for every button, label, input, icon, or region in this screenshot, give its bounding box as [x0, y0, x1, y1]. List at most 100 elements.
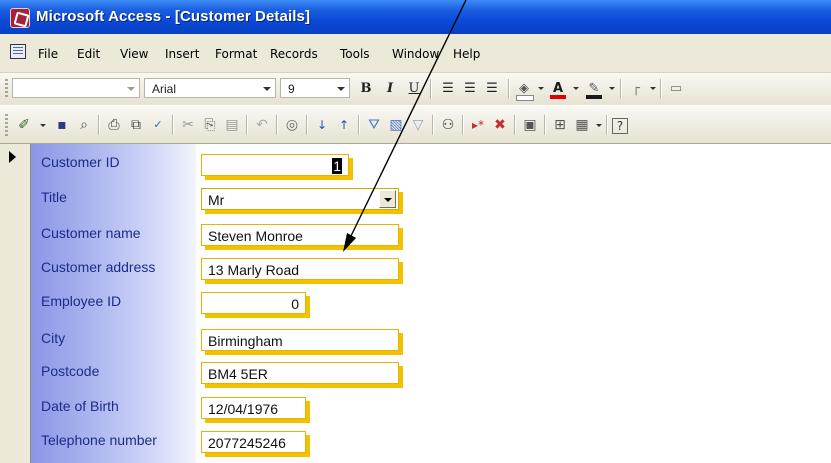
toolbar-separator — [462, 115, 463, 135]
filter-by-selection-icon[interactable]: ⛛ — [364, 115, 384, 135]
paste-icon[interactable]: ▤ — [222, 115, 242, 135]
toolbar-separator — [246, 115, 247, 135]
chevron-down-icon[interactable] — [124, 81, 137, 95]
line-width-icon[interactable]: ┌ — [626, 80, 646, 98]
chevron-down-icon[interactable] — [40, 124, 46, 127]
toolbar-separator — [98, 115, 99, 135]
align-right-icon[interactable]: ☰ — [482, 80, 502, 98]
title-label: Title — [41, 189, 67, 205]
align-center-icon[interactable]: ☰ — [460, 80, 480, 98]
customer-id-field[interactable]: 1 — [201, 154, 349, 176]
undo-icon[interactable]: ↶ — [252, 115, 272, 135]
telephone-number-value: 2077245246 — [208, 435, 286, 451]
toolbar-separator — [306, 115, 307, 135]
chevron-down-icon[interactable] — [538, 87, 544, 90]
sort-ascending-icon[interactable]: ↓ — [312, 115, 332, 135]
toolbar-separator — [276, 115, 277, 135]
menu-tools[interactable]: Tools — [340, 47, 370, 61]
spelling-icon[interactable]: ✓ — [148, 115, 168, 135]
date-of-birth-label: Date of Birth — [41, 398, 119, 414]
cut-icon[interactable]: ✂ — [178, 115, 198, 135]
toolbar-separator — [620, 79, 621, 99]
chevron-down-icon[interactable] — [260, 81, 273, 95]
menu-view[interactable]: View — [120, 47, 148, 61]
save-icon[interactable]: ▪ — [52, 115, 72, 135]
customer-name-field[interactable]: Steven Monroe — [201, 224, 399, 246]
menu-format[interactable]: Format — [215, 47, 257, 61]
form-view-toolbar: ✐ ▪ ⌕ ⎙ ⧉ ✓ ✂ ⎘ ▤ ↶ ◎ ↓ ↑ ⛛ ▧ ▽ ⚇ ▸* ✖ ▣… — [0, 106, 831, 144]
line-color-swatch — [586, 95, 602, 99]
menu-help[interactable]: Help — [453, 47, 480, 61]
city-value: Birmingham — [208, 333, 283, 349]
toolbar-separator — [172, 115, 173, 135]
chevron-down-icon[interactable] — [609, 87, 615, 90]
delete-record-icon[interactable]: ✖ — [490, 115, 510, 135]
menu-file[interactable]: File — [38, 47, 58, 61]
customer-id-value: 1 — [332, 158, 342, 174]
bold-button[interactable]: B — [356, 80, 376, 98]
record-selector[interactable] — [0, 144, 31, 463]
file-search-icon[interactable]: ⌕ — [74, 115, 94, 135]
telephone-number-field[interactable]: 2077245246 — [201, 431, 306, 453]
font-combo-value: Arial — [152, 82, 177, 96]
font-combo[interactable]: Arial — [144, 78, 276, 98]
title-bar[interactable]: Microsoft Access - [Customer Details] — [0, 0, 831, 34]
filter-by-form-icon[interactable]: ▧ — [386, 115, 406, 135]
form-document-icon[interactable] — [10, 44, 26, 59]
toolbar-grip[interactable] — [5, 79, 8, 99]
employee-id-field[interactable]: 0 — [201, 292, 306, 314]
special-effect-icon[interactable]: ▭ — [666, 80, 686, 98]
hyperlink-icon[interactable]: ◎ — [282, 115, 302, 135]
chevron-down-icon[interactable] — [650, 87, 656, 90]
copy-icon[interactable]: ⎘ — [200, 115, 220, 135]
align-left-icon[interactable]: ☰ — [438, 80, 458, 98]
customer-address-value: 13 Marly Road — [208, 262, 300, 278]
menu-insert[interactable]: Insert — [165, 47, 199, 61]
toolbar-separator — [544, 115, 545, 135]
date-of-birth-field[interactable]: 12/04/1976 — [201, 397, 306, 419]
chevron-down-icon[interactable] — [573, 87, 579, 90]
new-object-icon[interactable]: ▦ — [572, 115, 592, 135]
postcode-field[interactable]: BM4 5ER — [201, 362, 399, 384]
font-color-swatch — [550, 95, 566, 99]
menu-edit[interactable]: Edit — [77, 47, 100, 61]
employee-id-label: Employee ID — [41, 293, 122, 309]
access-app-icon[interactable] — [10, 8, 30, 28]
print-icon[interactable]: ⎙ — [104, 115, 124, 135]
toolbar-separator — [514, 115, 515, 135]
toolbar-separator — [606, 115, 607, 135]
apply-filter-icon[interactable]: ▽ — [408, 115, 428, 135]
object-combo[interactable] — [12, 78, 140, 98]
chevron-down-icon[interactable] — [596, 124, 602, 127]
customer-name-label: Customer name — [41, 225, 141, 241]
city-label: City — [41, 330, 66, 346]
print-preview-icon[interactable]: ⧉ — [126, 115, 146, 135]
help-icon[interactable]: ? — [612, 118, 628, 134]
title-dropdown-button[interactable] — [379, 190, 396, 208]
customer-address-field[interactable]: 13 Marly Road — [201, 258, 399, 280]
title-combo[interactable]: Mr — [201, 188, 399, 210]
toolbar-separator — [432, 115, 433, 135]
underline-button[interactable]: U — [404, 80, 424, 98]
properties-icon[interactable]: ▣ — [520, 115, 540, 135]
menu-window[interactable]: Window — [392, 47, 439, 61]
font-size-combo[interactable]: 9 — [280, 78, 350, 98]
city-field[interactable]: Birmingham — [201, 329, 399, 351]
italic-button[interactable]: I — [380, 80, 400, 98]
chevron-down-icon[interactable] — [334, 81, 347, 95]
window-title: Microsoft Access - [Customer Details] — [36, 8, 311, 25]
sort-descending-icon[interactable]: ↑ — [334, 115, 354, 135]
database-window-icon[interactable]: ⊞ — [550, 115, 570, 135]
menu-records[interactable]: Records — [270, 47, 318, 61]
new-record-icon[interactable]: ▸* — [468, 115, 488, 135]
view-design-icon[interactable]: ✐ — [14, 115, 34, 135]
date-of-birth-value: 12/04/1976 — [208, 401, 279, 417]
font-size-value: 9 — [288, 82, 295, 96]
menu-bar: File Edit View Insert Format Records Too… — [0, 34, 831, 73]
customer-name-value: Steven Monroe — [208, 228, 303, 244]
find-icon[interactable]: ⚇ — [438, 115, 458, 135]
customer-id-label: Customer ID — [41, 154, 120, 170]
title-value: Mr — [208, 192, 225, 208]
toolbar-grip[interactable] — [5, 114, 8, 136]
toolbar-separator — [358, 115, 359, 135]
